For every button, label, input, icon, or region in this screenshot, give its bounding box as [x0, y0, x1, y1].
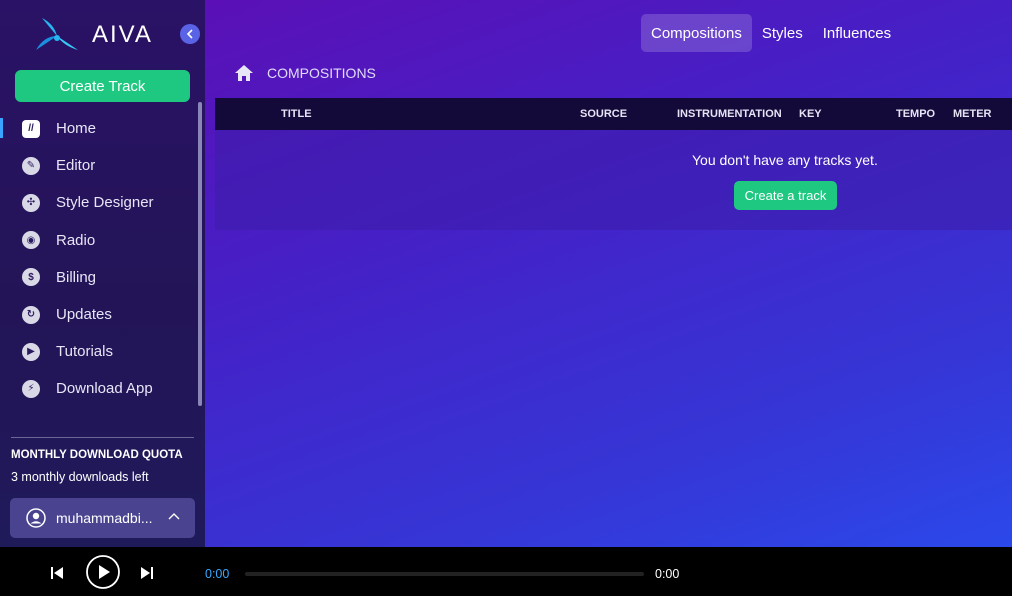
sidebar-item-editor[interactable]: ✎ Editor	[0, 147, 195, 184]
breadcrumb: COMPOSITIONS	[233, 63, 376, 83]
sidebar-item-style-designer[interactable]: ✣ Style Designer	[0, 184, 195, 221]
table-body: You don't have any tracks yet. Create a …	[215, 130, 1012, 230]
home-icon[interactable]	[233, 63, 255, 83]
top-tabs: Compositions Styles Influences	[641, 14, 901, 52]
sidebar-item-label: Billing	[56, 268, 97, 286]
main-content: Compositions Styles Influences COMPOSITI…	[205, 0, 1012, 547]
column-source[interactable]: SOURCE	[580, 108, 627, 120]
column-tempo[interactable]: TEMPO	[896, 108, 935, 120]
sidebar-item-download-app[interactable]: ⚡ Download App	[0, 370, 195, 407]
sidebar-item-label: Style Designer	[56, 194, 154, 212]
breadcrumb-current: COMPOSITIONS	[267, 65, 376, 81]
quota-text: 3 monthly downloads left	[11, 470, 149, 484]
sidebar-nav: // Home ✎ Editor ✣ Style Designer ◉ Radi…	[0, 110, 195, 408]
quota-title: MONTHLY DOWNLOAD QUOTA	[11, 449, 183, 461]
create-track-button[interactable]: Create Track	[15, 70, 190, 102]
user-menu-button[interactable]: muhammadbi...	[10, 498, 195, 538]
skip-next-icon[interactable]	[140, 566, 154, 580]
skip-previous-icon[interactable]	[50, 566, 64, 580]
tab-influences[interactable]: Influences	[813, 14, 901, 52]
column-instrumentation[interactable]: INSTRUMENTATION	[677, 108, 782, 120]
sidebar-item-label: Home	[56, 120, 97, 138]
sidebar-item-home[interactable]: // Home	[0, 110, 195, 147]
column-key[interactable]: KEY	[799, 108, 822, 120]
tab-compositions[interactable]: Compositions	[641, 14, 752, 52]
empty-message: You don't have any tracks yet.	[692, 152, 878, 168]
progress-slider[interactable]	[245, 572, 644, 576]
sidebar-item-label: Download App	[56, 380, 153, 398]
divider	[11, 437, 194, 438]
sidebar-item-billing[interactable]: $ Billing	[0, 259, 195, 296]
player-bar: 0:00 0:00	[0, 547, 1012, 596]
table-header: TITLE SOURCE INSTRUMENTATION KEY TEMPO M…	[215, 98, 1012, 130]
sidebar-item-label: Tutorials	[56, 343, 113, 361]
sidebar-item-updates[interactable]: ↻ Updates	[0, 296, 195, 333]
sidebar-item-radio[interactable]: ◉ Radio	[0, 222, 195, 259]
fan-icon: ✣	[22, 193, 40, 212]
total-time: 0:00	[655, 567, 680, 581]
sidebar-item-label: Updates	[56, 306, 112, 324]
sidebar-item-label: Radio	[56, 231, 96, 249]
chevron-up-icon	[168, 513, 180, 520]
sidebar-scrollbar[interactable]	[198, 102, 202, 406]
column-title[interactable]: TITLE	[281, 108, 312, 120]
sidebar: AIVA Create Track // Home ✎ Editor ✣ Sty…	[0, 0, 205, 547]
sidebar-item-tutorials[interactable]: ▶ Tutorials	[0, 333, 195, 370]
username: muhammadbi...	[56, 510, 153, 526]
play-button-icon[interactable]	[86, 555, 120, 589]
create-a-track-button[interactable]: Create a track	[734, 181, 837, 210]
home-logo-icon: //	[22, 119, 40, 138]
column-meter[interactable]: METER	[953, 108, 992, 120]
current-time: 0:00	[205, 567, 230, 581]
brand-name: AIVA	[92, 21, 153, 48]
refresh-icon: ↻	[22, 305, 40, 324]
aiva-logo-icon	[36, 18, 78, 50]
tab-styles[interactable]: Styles	[752, 14, 813, 52]
chevron-left-icon	[186, 29, 193, 39]
sidebar-item-label: Editor	[56, 157, 96, 175]
pencil-icon: ✎	[22, 156, 40, 175]
play-icon: ▶	[22, 342, 40, 361]
radio-icon: ◉	[22, 231, 40, 250]
collapse-sidebar-button[interactable]	[180, 24, 200, 44]
download-icon: ⚡	[22, 379, 40, 398]
dollar-icon: $	[22, 268, 40, 287]
user-avatar-icon	[26, 508, 46, 528]
